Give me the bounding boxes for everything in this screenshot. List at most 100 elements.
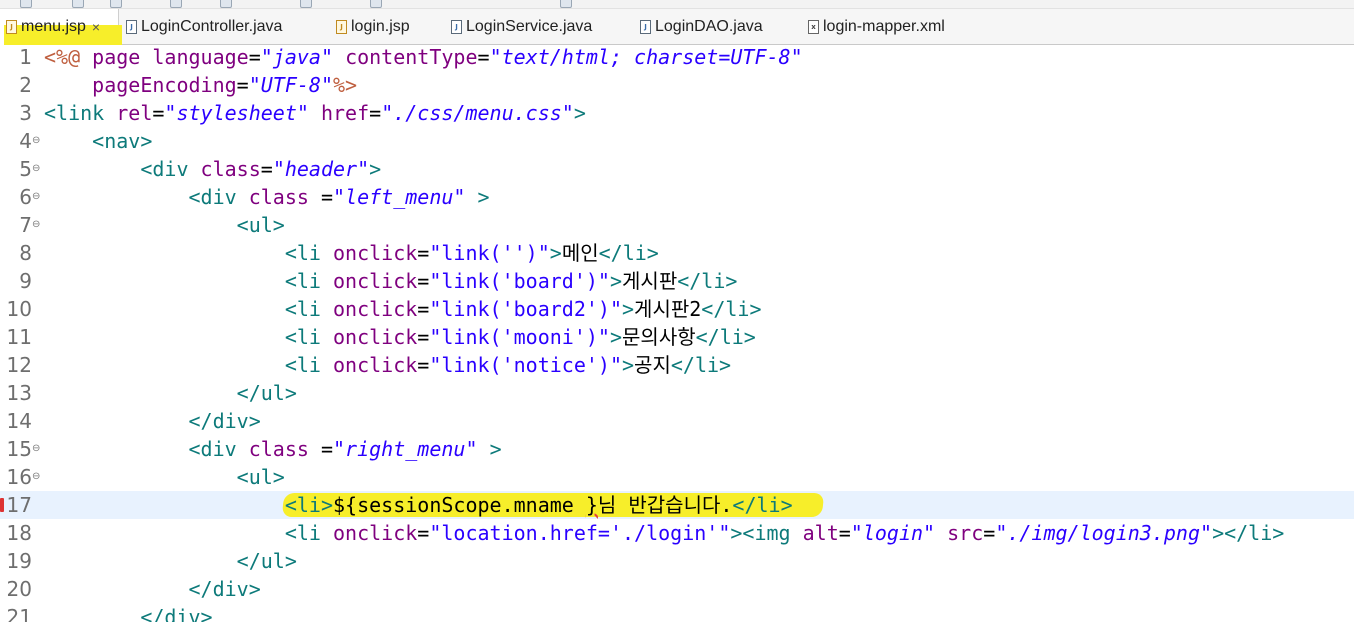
code-token: > <box>489 437 502 461</box>
code-line[interactable]: 1 <%@ page language="java" contentType="t… <box>0 45 1354 71</box>
code-token: </ul> <box>236 549 297 573</box>
code-line[interactable]: 8 <li onclick="link('')">메인</li> <box>0 239 1354 267</box>
java-file-icon: J <box>640 19 651 34</box>
code-line[interactable]: 18 <li onclick="location.href='./login'"… <box>0 519 1354 547</box>
toolbar-button-icon[interactable] <box>72 0 84 8</box>
code-token: = <box>983 521 996 545</box>
code-line[interactable]: 16 ⊖ <ul> <box>0 463 1354 491</box>
code-line[interactable]: 9 <li onclick="link('board')">게시판</li> <box>0 267 1354 295</box>
fold-toggle-icon[interactable]: ⊖ <box>32 183 40 211</box>
code-line[interactable]: 14 </div> <box>0 407 1354 435</box>
code-token: "text/html; charset=UTF-8" <box>489 45 803 69</box>
code-token: pageEncoding <box>92 73 237 97</box>
code-token: contentType <box>345 45 478 69</box>
code-token: > <box>609 269 623 293</box>
toolbar-button-icon[interactable] <box>20 0 32 8</box>
code-line[interactable]: 11 <li onclick="link('mooni')">문의사항</li> <box>0 323 1354 351</box>
code-line[interactable]: 4 ⊖ <nav> <box>0 127 1354 155</box>
tab-label: LoginDAO.java <box>655 17 763 35</box>
fold-toggle-icon[interactable]: ⊖ <box>32 127 40 155</box>
code-token: "./img/login3.png" <box>995 521 1213 545</box>
code-token: href <box>320 101 370 125</box>
code-token: <li <box>284 353 333 377</box>
tab-label: LoginService.java <box>466 17 593 35</box>
code-token: "UTF-8" <box>248 73 334 97</box>
code-editor[interactable]: 1 <%@ page language="java" contentType="t… <box>0 45 1354 622</box>
code-text: <ul> <box>44 211 285 239</box>
code-token: onclick <box>333 269 418 293</box>
code-token: onclick <box>333 521 418 545</box>
code-token: = <box>417 269 430 293</box>
code-text: <div class ="right_menu" > <box>44 435 502 463</box>
line-number: 16 <box>6 465 32 489</box>
code-token: > <box>549 241 562 265</box>
line-number: 18 <box>6 521 32 545</box>
toolbar-button-icon[interactable] <box>560 0 572 8</box>
code-token: <li <box>284 241 333 265</box>
code-token: <div <box>140 157 201 181</box>
tab-login-jsp[interactable]: J login.jsp <box>336 9 441 44</box>
code-token: <li <box>284 521 333 545</box>
toolbar-button-icon[interactable] <box>300 0 312 8</box>
code-line[interactable]: 5 ⊖ <div class="header"> <box>0 155 1354 183</box>
toolbar-button-icon[interactable] <box>370 0 382 8</box>
code-token: "link('')" <box>429 241 550 265</box>
code-line[interactable]: 2 pageEncoding="UTF-8"%> <box>0 71 1354 99</box>
toolbar-strip <box>0 0 1354 9</box>
code-token: "location.href='./login'" <box>429 521 731 545</box>
line-number: 14 <box>6 409 32 433</box>
fold-toggle-icon[interactable]: ⊖ <box>32 463 40 491</box>
tab-logincontroller-java[interactable]: J LoginController.java <box>126 9 326 44</box>
code-line[interactable]: 19 </ul> <box>0 547 1354 575</box>
code-token: </li> <box>701 297 762 321</box>
code-token: <%@ <box>44 45 93 69</box>
toolbar-button-icon[interactable] <box>170 0 182 8</box>
code-line[interactable]: 10 <li onclick="link('board2')">게시판2</li… <box>0 295 1354 323</box>
code-token: rel <box>116 101 153 125</box>
code-line[interactable]: 20 </div> <box>0 575 1354 603</box>
line-number: 7 <box>19 213 32 237</box>
tab-loginservice-java[interactable]: J LoginService.java <box>451 9 641 44</box>
tab-login-mapper-xml[interactable]: x login-mapper.xml <box>808 9 988 44</box>
code-token: </li> <box>598 241 659 265</box>
code-line[interactable]: 21 </div> <box>0 603 1354 622</box>
code-token: "left_menu" <box>333 185 466 209</box>
code-token: <ul> <box>236 213 285 237</box>
line-number: 3 <box>19 101 32 125</box>
code-token: </div> <box>140 605 213 622</box>
code-line[interactable]: 7 ⊖ <ul> <box>0 211 1354 239</box>
code-token: = <box>477 45 490 69</box>
fold-toggle-icon[interactable]: ⊖ <box>32 211 40 239</box>
toolbar-button-icon[interactable] <box>110 0 122 8</box>
code-line[interactable]: 17 <li>${sessionScope.mname }님 반갑습니다.</l… <box>0 491 1354 519</box>
close-icon[interactable]: × <box>92 19 100 35</box>
jsp-file-icon: J <box>6 20 17 34</box>
tab-logindao-java[interactable]: J LoginDAO.java <box>640 9 800 44</box>
code-text: </div> <box>44 407 261 435</box>
toolbar-button-icon[interactable] <box>220 0 232 8</box>
code-line[interactable]: 3 <link rel="stylesheet" href="./css/menu… <box>0 99 1354 127</box>
code-token: onclick <box>333 325 418 349</box>
tab-menu-jsp[interactable]: J menu.jsp × <box>0 9 122 49</box>
code-token: = <box>417 521 430 545</box>
xml-file-icon: x <box>808 19 819 34</box>
code-line[interactable]: 12 <li onclick="link('notice')">공지</li> <box>0 351 1354 379</box>
code-text: <li onclick="link('mooni')">문의사항</li> <box>44 323 756 351</box>
fold-toggle-icon[interactable]: ⊖ <box>32 435 40 463</box>
code-token: "stylesheet" <box>164 101 309 125</box>
code-token: </ul> <box>236 381 297 405</box>
code-text: </ul> <box>44 547 297 575</box>
fold-toggle-icon[interactable]: ⊖ <box>32 155 40 183</box>
code-line[interactable]: 15 ⊖ <div class ="right_menu" > <box>0 435 1354 463</box>
code-line[interactable]: 6 ⊖ <div class ="left_menu" > <box>0 183 1354 211</box>
code-line[interactable]: 13 </ul> <box>0 379 1354 407</box>
line-number: 8 <box>19 241 32 265</box>
code-token: > <box>573 101 586 125</box>
